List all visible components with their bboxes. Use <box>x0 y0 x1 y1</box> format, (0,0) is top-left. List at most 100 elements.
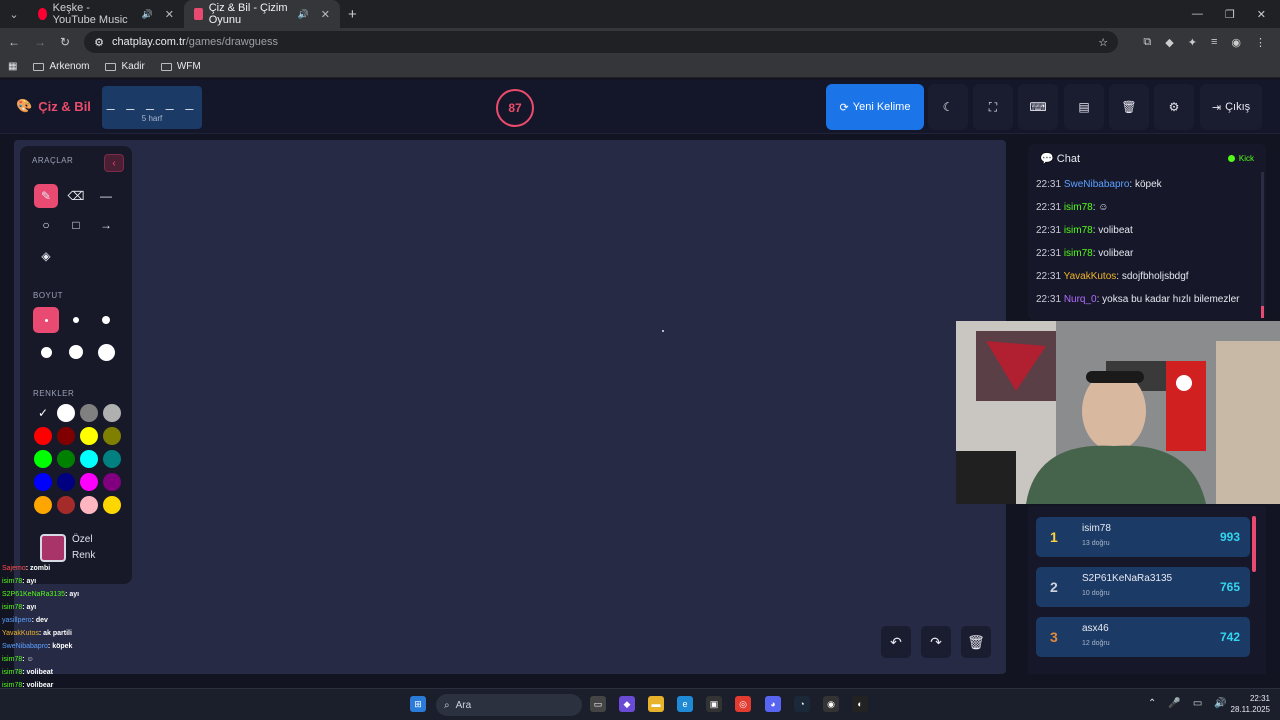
brush-tool[interactable]: ✎ <box>34 184 58 208</box>
color-swatch[interactable] <box>34 427 52 445</box>
color-swatch[interactable] <box>103 427 121 445</box>
size-option-6[interactable] <box>93 339 119 365</box>
app-icon[interactable]: ◐ <box>852 696 868 712</box>
custom-color-label[interactable]: Özel Renk <box>72 532 95 564</box>
color-swatch[interactable] <box>80 473 98 491</box>
extension-icon[interactable]: ◆ <box>1165 36 1173 49</box>
reload-icon[interactable]: ↻ <box>60 35 70 49</box>
clear-canvas-button[interactable]: 🗑 <box>961 626 991 658</box>
collapse-panel-button[interactable]: ‹ <box>104 154 124 172</box>
color-swatch[interactable] <box>57 427 75 445</box>
color-swatch[interactable] <box>57 404 75 422</box>
chat-message-list[interactable]: 22:31 SweNibabapro: köpek 22:31 isim78: ☺… <box>1028 173 1266 311</box>
eraser-tool[interactable]: ⌫ <box>64 184 88 208</box>
line-tool[interactable]: — <box>94 184 118 208</box>
archive-button[interactable]: ▤ <box>1064 84 1104 130</box>
minimize-icon[interactable]: — <box>1192 8 1203 21</box>
back-icon[interactable]: ← <box>8 35 20 49</box>
bookmark-star-icon[interactable]: ☆ <box>1098 36 1108 49</box>
undo-button[interactable]: ↶ <box>881 626 911 658</box>
color-swatch[interactable] <box>80 404 98 422</box>
arrow-tool[interactable]: → <box>94 213 118 237</box>
settings-button[interactable]: ⚙ <box>1154 84 1194 130</box>
edge-icon[interactable]: e <box>677 696 693 712</box>
media-icon[interactable]: ≡ <box>1211 36 1217 49</box>
color-swatch[interactable] <box>57 496 75 514</box>
size-option-5[interactable] <box>63 339 89 365</box>
rectangle-tool[interactable]: □ <box>64 213 88 237</box>
color-swatch[interactable] <box>34 450 52 468</box>
delete-button[interactable]: 🗑 <box>1109 84 1149 130</box>
copilot-icon[interactable]: ◆ <box>619 696 635 712</box>
circle-tool[interactable]: ○ <box>34 213 58 237</box>
message-user[interactable]: Nurq_0 <box>1064 294 1097 305</box>
translate-icon[interactable]: ⧉ <box>1143 36 1151 49</box>
speaker-icon[interactable]: 🔊 <box>298 9 309 20</box>
color-swatch[interactable] <box>34 496 52 514</box>
message-user[interactable]: YavakKutos <box>1064 271 1117 282</box>
tab-search-icon[interactable]: ⌄ <box>0 0 28 28</box>
color-swatch[interactable] <box>103 450 121 468</box>
color-swatch[interactable] <box>80 450 98 468</box>
tab-youtube-music[interactable]: Keşke - YouTube Music 🔊 ✕ <box>28 0 184 28</box>
store-icon[interactable]: ▣ <box>706 696 722 712</box>
microphone-icon[interactable]: 🎤 <box>1168 698 1180 709</box>
tab-draw-guess[interactable]: Çiz & Bil - Çizim Oyunu 🔊 ✕ <box>184 0 340 28</box>
color-swatch[interactable] <box>57 450 75 468</box>
start-icon[interactable]: ⊞ <box>410 696 426 712</box>
color-swatch[interactable]: ✓ <box>34 404 52 422</box>
message-user[interactable]: isim78 <box>1064 202 1093 213</box>
volume-icon[interactable]: 🔊 <box>1214 698 1226 709</box>
keyboard-button[interactable]: ⌨ <box>1018 84 1058 130</box>
taskbar-search[interactable]: ⌕ Ara <box>436 694 582 716</box>
bookmark-wfm[interactable]: WFM <box>160 61 201 72</box>
url-field[interactable]: ⚙ chatplay.com.tr/games/drawguess ☆ <box>84 31 1119 53</box>
size-option-2[interactable] <box>63 307 89 333</box>
dark-mode-button[interactable]: ☾ <box>928 84 968 130</box>
speaker-icon[interactable]: 🔊 <box>142 9 153 20</box>
steam-icon[interactable]: ◔ <box>794 696 810 712</box>
color-swatch[interactable] <box>103 496 121 514</box>
color-swatch[interactable] <box>34 473 52 491</box>
discord-icon[interactable]: ◕ <box>765 696 781 712</box>
new-tab-button[interactable]: + <box>340 6 365 23</box>
file-explorer-icon[interactable]: ▬ <box>648 696 664 712</box>
task-view-icon[interactable]: ▭ <box>590 696 606 712</box>
fullscreen-button[interactable]: ⛶ <box>973 84 1013 130</box>
color-swatch[interactable] <box>103 473 121 491</box>
leaderboard-scrollbar[interactable] <box>1252 516 1256 572</box>
taskbar-clock[interactable]: 22:31 28.11.2025 <box>1231 693 1270 715</box>
custom-color-swatch[interactable] <box>40 534 66 562</box>
redo-button[interactable]: ↷ <box>921 626 951 658</box>
menu-icon[interactable]: ⋮ <box>1255 36 1266 49</box>
close-tab-icon[interactable]: ✕ <box>321 8 330 21</box>
color-swatch[interactable] <box>103 404 121 422</box>
size-option-1[interactable] <box>33 307 59 333</box>
forward-icon[interactable]: → <box>34 35 46 49</box>
bookmark-arkenom[interactable]: Arkenom <box>33 61 89 72</box>
size-option-4[interactable] <box>33 339 59 365</box>
exit-button[interactable]: ⇥ Çıkış <box>1200 84 1262 130</box>
obs-icon[interactable]: ◉ <box>823 696 839 712</box>
site-info-icon[interactable]: ⚙ <box>94 36 104 49</box>
message-user[interactable]: isim78 <box>1064 225 1093 236</box>
profile-icon[interactable]: ◉ <box>1231 36 1241 49</box>
bookmark-kadir[interactable]: Kadir <box>105 61 145 72</box>
chat-scrollbar[interactable] <box>1261 172 1264 318</box>
color-swatch[interactable] <box>57 473 75 491</box>
new-word-button[interactable]: ⟳ Yeni Kelime <box>826 84 924 130</box>
chevron-up-icon[interactable]: ⌃ <box>1148 698 1156 709</box>
color-swatch[interactable] <box>80 496 98 514</box>
chat-scroll-thumb[interactable] <box>1261 306 1264 318</box>
close-tab-icon[interactable]: ✕ <box>165 8 174 21</box>
fill-tool[interactable]: ◈ <box>34 244 58 268</box>
puzzle-icon[interactable]: ✦ <box>1188 36 1197 49</box>
color-swatch[interactable] <box>80 427 98 445</box>
message-user[interactable]: isim78 <box>1064 248 1093 259</box>
network-icon[interactable]: ▭ <box>1193 698 1202 709</box>
restore-icon[interactable]: ❐ <box>1225 8 1235 21</box>
apps-grid-icon[interactable]: ▦ <box>8 61 17 72</box>
message-user[interactable]: SweNibabapro <box>1064 179 1130 190</box>
chrome-icon[interactable]: ◎ <box>735 696 751 712</box>
close-window-icon[interactable]: ✕ <box>1257 8 1266 21</box>
